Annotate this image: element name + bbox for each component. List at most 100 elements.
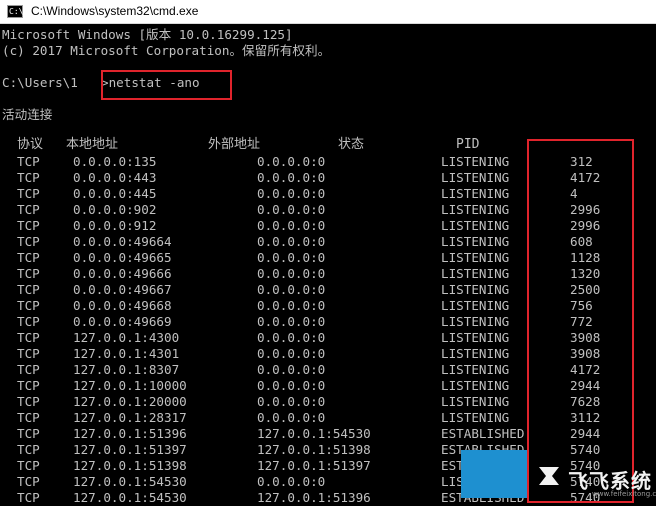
command-highlight-box	[101, 70, 232, 100]
title-bar[interactable]: C:\ C:\Windows\system32\cmd.exe	[0, 0, 656, 24]
row-foreign-address: 0.0.0.0:0	[257, 266, 326, 281]
row-foreign-address: 0.0.0.0:0	[257, 394, 326, 409]
row-foreign-address: 127.0.0.1:51397	[257, 458, 371, 473]
row-foreign-address: 0.0.0.0:0	[257, 250, 326, 265]
row-local-address: 127.0.0.1:51397	[73, 442, 187, 457]
row-local-address: 0.0.0.0:49666	[73, 266, 172, 281]
row-protocol: TCP	[17, 282, 40, 297]
row-protocol: TCP	[17, 314, 40, 329]
row-local-address: 0.0.0.0:49669	[73, 314, 172, 329]
row-protocol: TCP	[17, 410, 40, 425]
row-state: LISTENING	[441, 330, 510, 345]
row-state: LISTENING	[441, 282, 510, 297]
row-protocol: TCP	[17, 234, 40, 249]
row-local-address: 127.0.0.1:54530	[73, 474, 187, 489]
row-state: LISTENING	[441, 346, 510, 361]
row-local-address: 127.0.0.1:51398	[73, 458, 187, 473]
col-protocol: 协议	[17, 137, 44, 152]
row-local-address: 0.0.0.0:443	[73, 170, 157, 185]
row-protocol: TCP	[17, 394, 40, 409]
row-protocol: TCP	[17, 426, 40, 441]
row-foreign-address: 0.0.0.0:0	[257, 314, 326, 329]
row-protocol: TCP	[17, 298, 40, 313]
col-local-address: 本地地址	[66, 137, 119, 152]
row-local-address: 0.0.0.0:902	[73, 202, 157, 217]
row-local-address: 0.0.0.0:135	[73, 154, 157, 169]
watermark-url: www.feifeixitong.com	[592, 490, 656, 498]
row-local-address: 127.0.0.1:10000	[73, 378, 187, 393]
row-protocol: TCP	[17, 250, 40, 265]
row-foreign-address: 0.0.0.0:0	[257, 362, 326, 377]
row-local-address: 0.0.0.0:445	[73, 186, 157, 201]
row-protocol: TCP	[17, 154, 40, 169]
row-local-address: 0.0.0.0:49665	[73, 250, 172, 265]
row-protocol: TCP	[17, 458, 40, 473]
row-state: LISTENING	[441, 170, 510, 185]
row-protocol: TCP	[17, 330, 40, 345]
col-pid: PID	[456, 137, 480, 152]
row-protocol: TCP	[17, 474, 40, 489]
row-foreign-address: 0.0.0.0:0	[257, 234, 326, 249]
row-state: LISTENING	[441, 394, 510, 409]
selection-highlight	[461, 450, 527, 498]
prompt: C:\Users\1	[2, 75, 78, 90]
row-local-address: 127.0.0.1:54530	[73, 490, 187, 505]
row-local-address: 127.0.0.1:28317	[73, 410, 187, 425]
row-local-address: 0.0.0.0:912	[73, 218, 157, 233]
row-foreign-address: 0.0.0.0:0	[257, 410, 326, 425]
row-state: ESTABLISHED	[441, 426, 525, 441]
row-foreign-address: 0.0.0.0:0	[257, 330, 326, 345]
row-state: LISTENING	[441, 234, 510, 249]
row-local-address: 127.0.0.1:4300	[73, 330, 180, 345]
row-protocol: TCP	[17, 490, 40, 505]
row-foreign-address: 0.0.0.0:0	[257, 474, 326, 489]
col-foreign-address: 外部地址	[208, 137, 261, 152]
row-state: LISTENING	[441, 314, 510, 329]
row-local-address: 0.0.0.0:49667	[73, 282, 172, 297]
row-foreign-address: 0.0.0.0:0	[257, 346, 326, 361]
row-foreign-address: 0.0.0.0:0	[257, 186, 326, 201]
row-state: LISTENING	[441, 154, 510, 169]
row-state: LISTENING	[441, 186, 510, 201]
row-state: LISTENING	[441, 202, 510, 217]
row-state: LISTENING	[441, 298, 510, 313]
row-local-address: 0.0.0.0:49664	[73, 234, 172, 249]
row-protocol: TCP	[17, 170, 40, 185]
row-protocol: TCP	[17, 362, 40, 377]
row-foreign-address: 0.0.0.0:0	[257, 298, 326, 313]
row-protocol: TCP	[17, 218, 40, 233]
row-foreign-address: 0.0.0.0:0	[257, 378, 326, 393]
row-protocol: TCP	[17, 346, 40, 361]
section-title: 活动连接	[2, 107, 53, 122]
row-local-address: 127.0.0.1:51396	[73, 426, 187, 441]
row-state: LISTENING	[441, 250, 510, 265]
row-local-address: 127.0.0.1:20000	[73, 394, 187, 409]
cmd-icon: C:\	[7, 5, 24, 18]
watermark-logo-icon	[539, 467, 559, 485]
pid-highlight-box	[527, 139, 634, 503]
row-state: LISTENING	[441, 410, 510, 425]
row-foreign-address: 127.0.0.1:51398	[257, 442, 371, 457]
row-state: LISTENING	[441, 266, 510, 281]
watermark: 飞飞系统 www.feifeixitong.com	[532, 459, 656, 499]
version-line: Microsoft Windows [版本 10.0.16299.125]	[2, 27, 293, 42]
row-local-address: 127.0.0.1:8307	[73, 362, 180, 377]
row-foreign-address: 0.0.0.0:0	[257, 202, 326, 217]
console-output[interactable]: Microsoft Windows [版本 10.0.16299.125] (c…	[0, 24, 656, 505]
row-foreign-address: 0.0.0.0:0	[257, 170, 326, 185]
row-local-address: 127.0.0.1:4301	[73, 346, 180, 361]
row-protocol: TCP	[17, 266, 40, 281]
col-state: 状态	[338, 137, 365, 152]
window-title: C:\Windows\system32\cmd.exe	[31, 4, 199, 18]
row-local-address: 0.0.0.0:49668	[73, 298, 172, 313]
row-protocol: TCP	[17, 442, 40, 457]
row-foreign-address: 0.0.0.0:0	[257, 218, 326, 233]
row-state: LISTENING	[441, 362, 510, 377]
row-foreign-address: 0.0.0.0:0	[257, 154, 326, 169]
row-protocol: TCP	[17, 202, 40, 217]
copyright-line: (c) 2017 Microsoft Corporation。保留所有权利。	[2, 43, 331, 58]
row-state: LISTENING	[441, 218, 510, 233]
row-state: LISTENING	[441, 378, 510, 393]
row-foreign-address: 127.0.0.1:54530	[257, 426, 371, 441]
row-foreign-address: 127.0.0.1:51396	[257, 490, 371, 505]
